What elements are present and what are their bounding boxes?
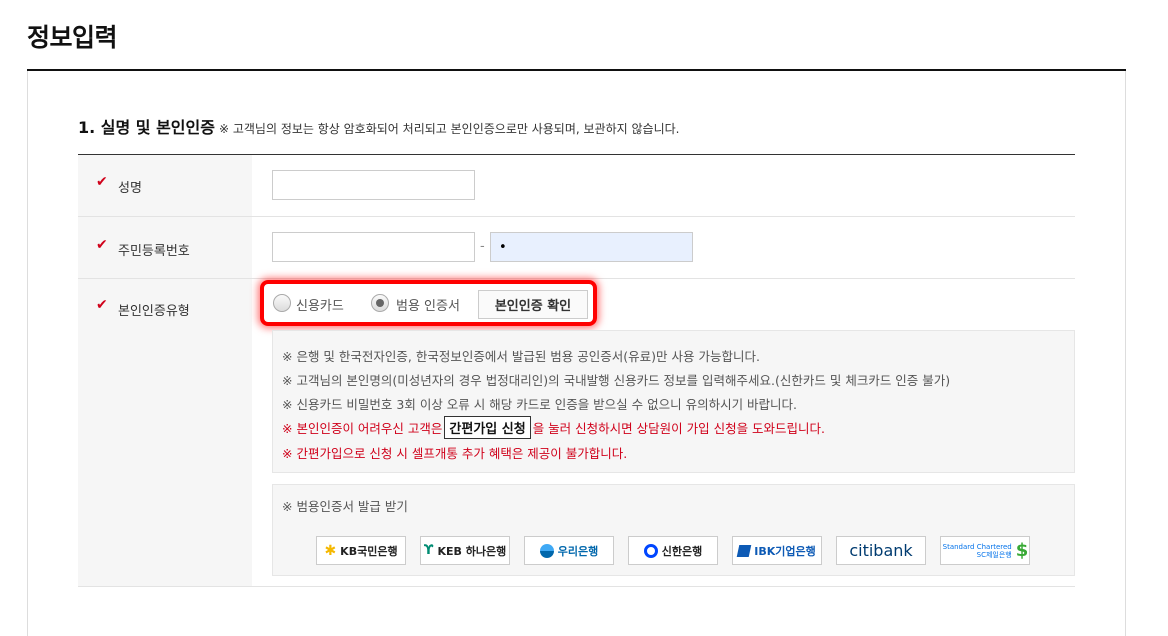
rrn-label: 주민등록번호 (118, 244, 190, 259)
page-title: 정보입력 (27, 23, 118, 52)
bank-citi-link[interactable]: citibank (836, 536, 926, 565)
radio-credit-card-label[interactable]: 신용카드 (296, 295, 344, 314)
notice-line: ※ 고객님의 본인명의(미성년자의 경우 법정대리인)의 국내발행 신용카드 정… (282, 373, 951, 388)
bank-name: Standard Chartered SC제일은행 (942, 542, 1012, 559)
bank-name: KB국민은행 (340, 544, 398, 558)
auth-type-label: 본인인증유형 (118, 304, 190, 319)
notice-text: 을 눌러 신청하시면 상담원이 가입 신청을 도와드립니다. (532, 421, 826, 436)
bank-name: citibank (849, 541, 913, 560)
sc-icon: $ (1015, 540, 1029, 561)
notice-line: ※ 간편가입으로 신청 시 셀프개통 추가 혜택은 제공이 불가합니다. (282, 446, 628, 461)
required-check-icon: ✔ (96, 297, 108, 313)
bank-ibk-link[interactable]: IBK기업은행 (732, 536, 822, 565)
hana-icon: ϒ (423, 543, 434, 558)
bank-kb-link[interactable]: ✱ KB국민은행 (316, 536, 406, 565)
verify-identity-button[interactable]: 본인인증 확인 (478, 290, 588, 319)
notice-text: ※ 본인인증이 어려우신 고객은 (282, 421, 443, 436)
required-check-icon: ✔ (96, 237, 108, 253)
rrn-dash: - (480, 239, 485, 254)
simple-signup-button[interactable]: 간편가입 신청 (444, 416, 531, 439)
name-row: ✔ 성명 (78, 155, 1075, 217)
kb-star-icon: ✱ (324, 542, 337, 559)
bank-name: IBK기업은행 (754, 544, 816, 558)
rrn-front-input[interactable] (272, 232, 475, 262)
radio-certificate[interactable] (371, 294, 389, 312)
ibk-icon (736, 544, 752, 557)
section-title: 1. 실명 및 본인인증 (78, 118, 215, 137)
bank-hana-link[interactable]: ϒ KEB 하나은행 (420, 536, 510, 565)
bank-shinhan-link[interactable]: 신한은행 (628, 536, 718, 565)
section-heading: 1. 실명 및 본인인증 ※ 고객님의 정보는 항상 암호화되어 처리되고 본인인… (78, 114, 679, 138)
bank-name: 우리은행 (557, 544, 599, 558)
name-label: 성명 (118, 181, 142, 196)
notice-line-simple-signup: ※ 본인인증이 어려우신 고객은 간편가입 신청 을 눌러 신청하시면 상담원이 가… (282, 416, 825, 439)
label-cell: ✔ 주민등록번호 (78, 217, 252, 278)
certificate-issue-title: ※ 범용인증서 발급 받기 (282, 499, 408, 514)
name-input[interactable] (272, 170, 475, 200)
label-cell: ✔ 본인인증유형 (78, 279, 252, 587)
rrn-back-input[interactable] (490, 232, 693, 262)
bank-name: KEB 하나은행 (437, 544, 507, 558)
bank-name: 신한은행 (661, 544, 703, 558)
bank-sc-link[interactable]: Standard Chartered SC제일은행 $ (940, 536, 1030, 565)
radio-credit-card[interactable] (273, 294, 291, 312)
required-check-icon: ✔ (96, 174, 108, 190)
section-note: ※ 고객님의 정보는 항상 암호화되어 처리되고 본인인증으로만 사용되며, 보… (218, 122, 680, 136)
form-bottom-divider (78, 586, 1075, 587)
notice-line: ※ 은행 및 한국전자인증, 한국정보인증에서 발급된 범용 공인증서(유료)만… (282, 349, 760, 364)
woori-icon (539, 543, 554, 558)
radio-certificate-label[interactable]: 범용 인증서 (396, 295, 460, 314)
label-cell: ✔ 성명 (78, 155, 252, 216)
notice-line: ※ 신용카드 비밀번호 3회 이상 오류 시 해당 카드로 인증을 받으실 수 … (282, 397, 798, 412)
shinhan-icon (643, 543, 658, 558)
bank-woori-link[interactable]: 우리은행 (524, 536, 614, 565)
